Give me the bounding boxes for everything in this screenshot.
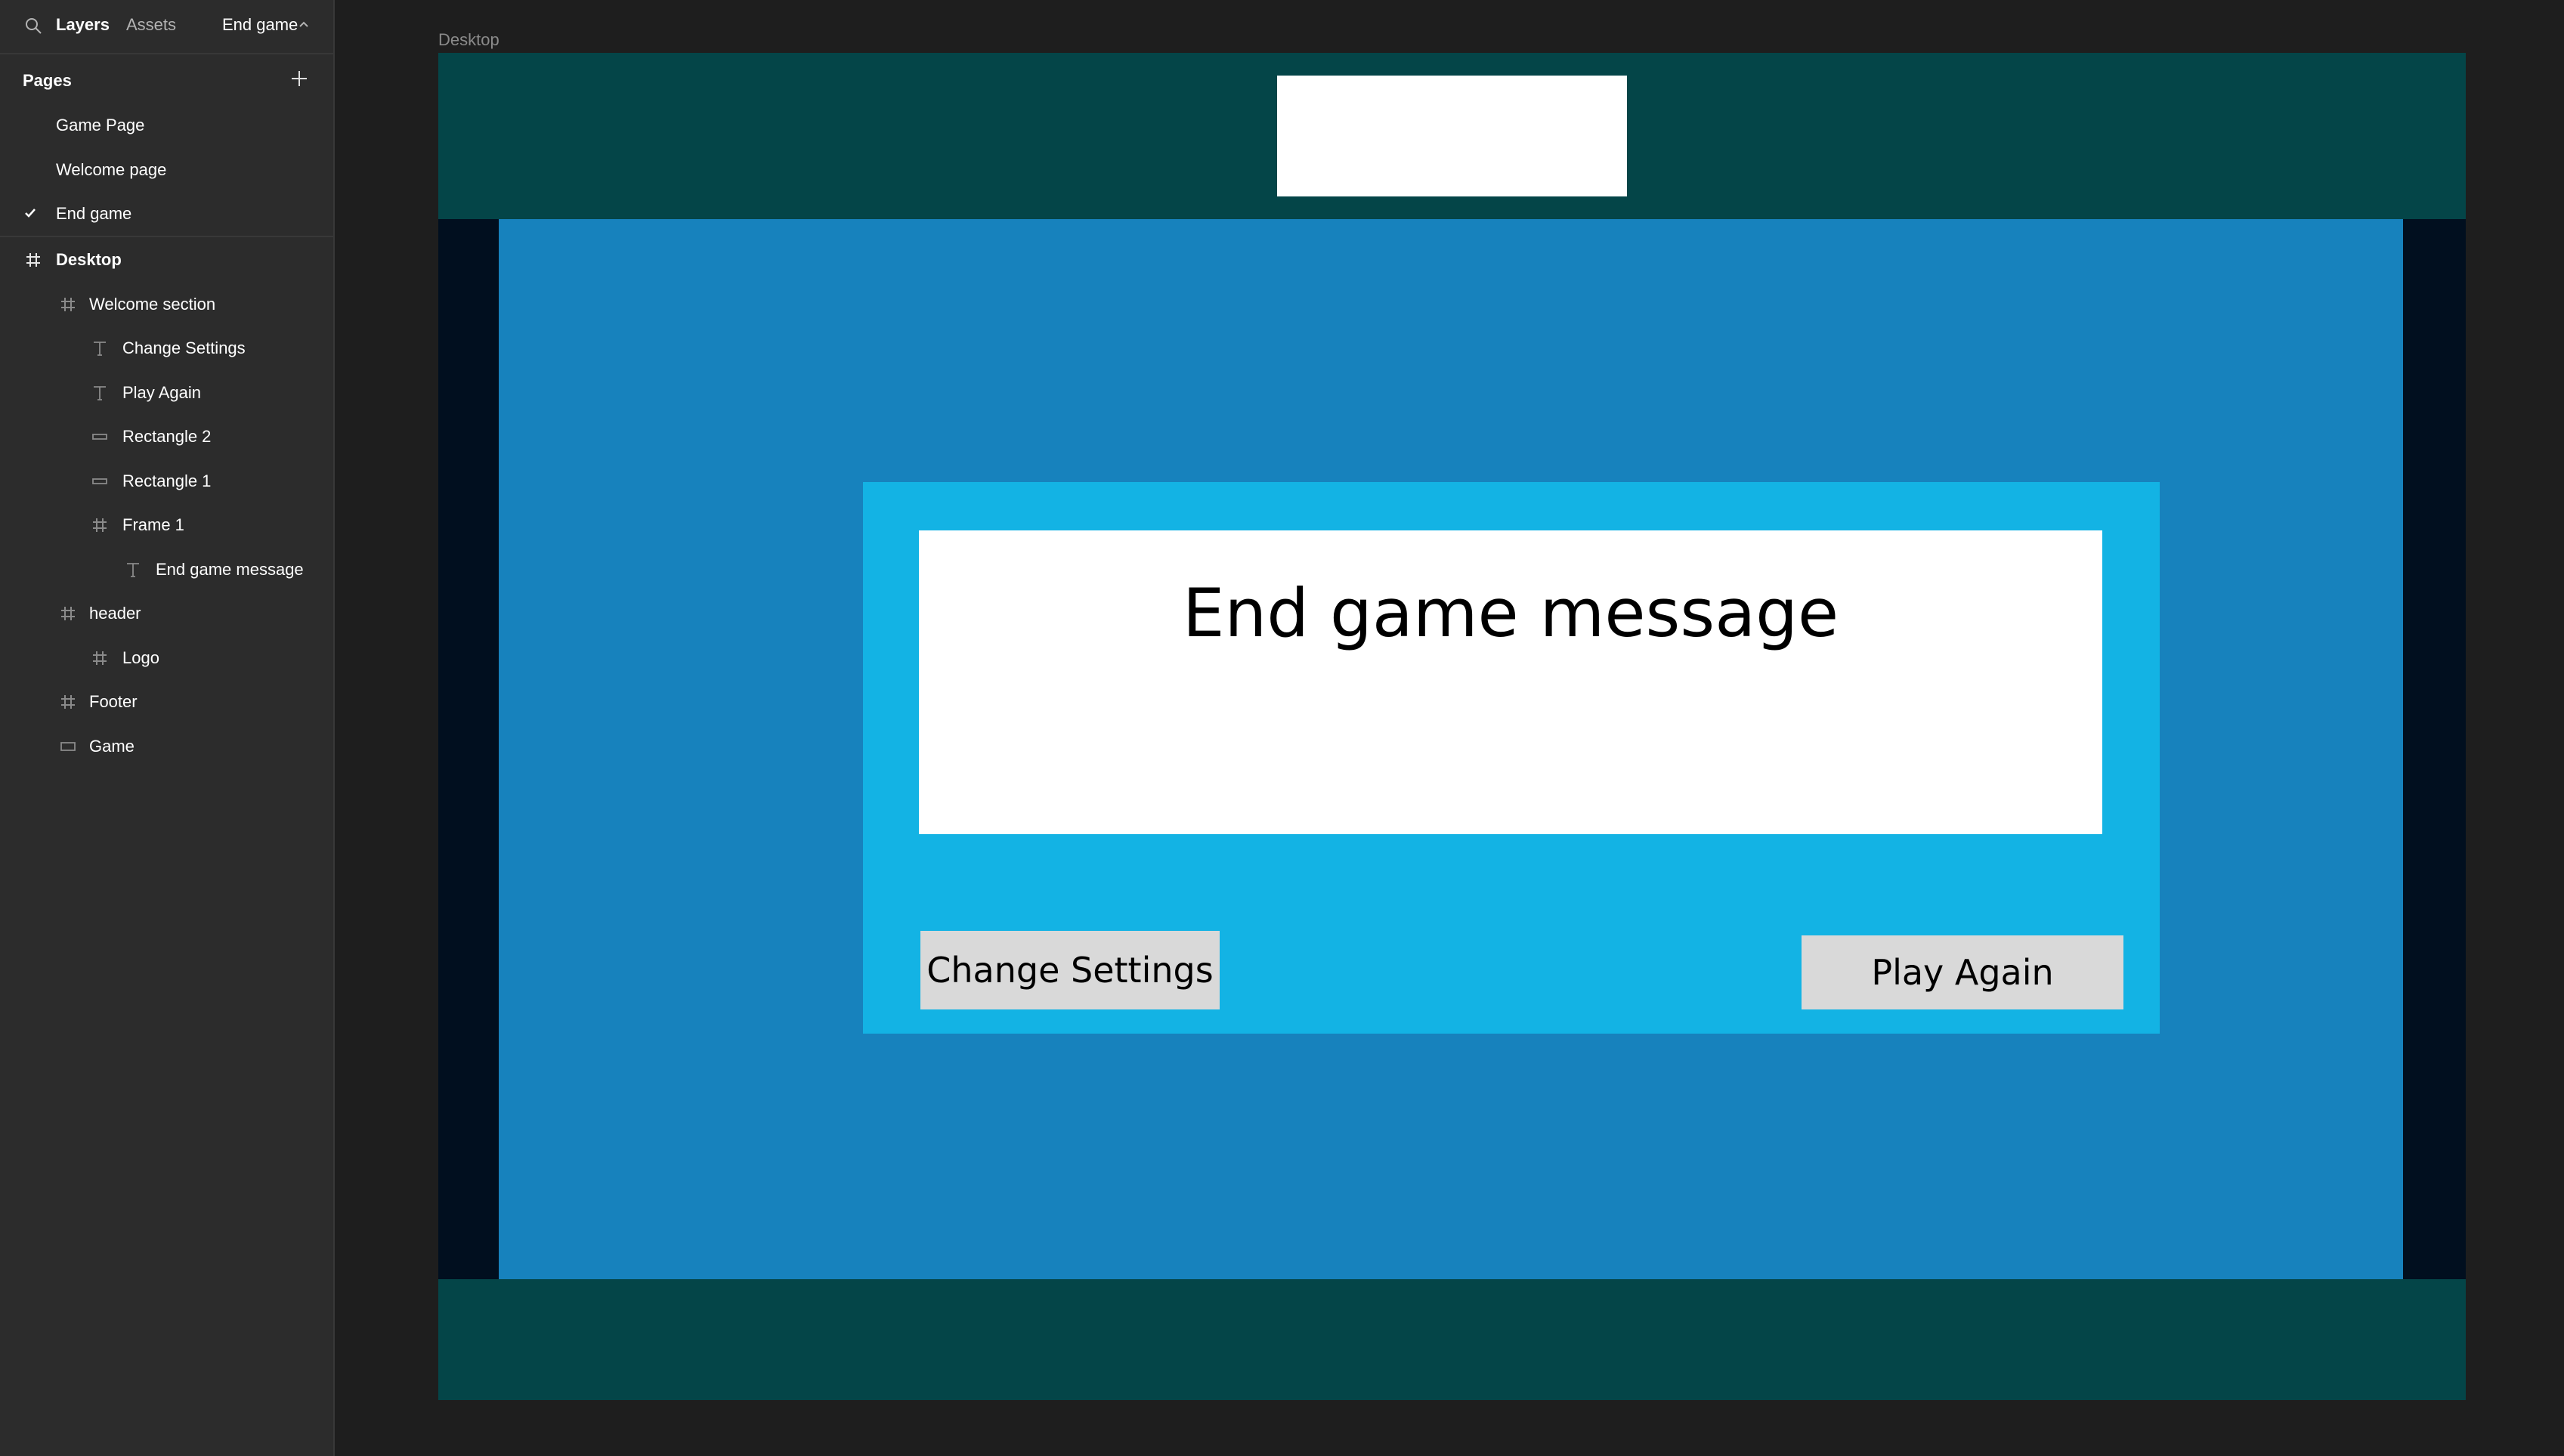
frame-icon: [61, 695, 75, 709]
rectangle-icon: [92, 478, 107, 484]
frame-icon: [61, 298, 75, 311]
layer-rectangle-2[interactable]: Rectangle 2: [0, 415, 333, 459]
search-icon[interactable]: [23, 15, 45, 38]
welcome-section[interactable]: End game message Change Settings Play Ag…: [863, 482, 2160, 1034]
end-game-message-frame[interactable]: End game message: [919, 530, 2102, 834]
check-icon: [25, 209, 36, 218]
layer-label: Rectangle 2: [122, 427, 212, 446]
page-item-end-game[interactable]: End game: [56, 202, 131, 225]
text-icon: [127, 563, 139, 577]
footer-frame[interactable]: [438, 1279, 2466, 1400]
header-frame[interactable]: [438, 53, 2466, 219]
layer-play-again[interactable]: Play Again: [0, 371, 333, 415]
layer-label: Desktop: [56, 250, 122, 269]
chevron-up-icon[interactable]: [298, 18, 310, 30]
divider: [0, 236, 333, 237]
add-page-icon[interactable]: [289, 68, 310, 89]
layer-footer[interactable]: Footer: [0, 680, 333, 724]
layer-label: Rectangle 1: [122, 471, 212, 490]
pages-heading: Pages: [23, 71, 72, 90]
layer-logo[interactable]: Logo: [0, 636, 333, 680]
layers-panel: Layers Assets End game Pages Game Page W…: [0, 0, 335, 1456]
layer-end-game-message[interactable]: End game message: [0, 548, 333, 592]
text-icon: [94, 386, 106, 400]
text-icon: [94, 342, 106, 356]
frame-label[interactable]: Desktop: [438, 30, 500, 50]
rectangle-icon: [60, 742, 76, 751]
layer-label: Logo: [122, 648, 159, 667]
end-game-message: End game message: [1182, 574, 1839, 652]
layer-label: Footer: [89, 692, 138, 711]
frame-icon: [93, 651, 107, 665]
game-area[interactable]: End game message Change Settings Play Ag…: [499, 219, 2403, 1279]
layer-change-settings[interactable]: Change Settings: [0, 326, 333, 370]
rectangle-icon: [92, 434, 107, 440]
layer-frame-1[interactable]: Frame 1: [0, 503, 333, 547]
layer-label: Change Settings: [122, 338, 246, 357]
play-again-button[interactable]: Play Again: [1802, 935, 2123, 1009]
layer-welcome-section[interactable]: Welcome section: [0, 283, 333, 326]
layer-rectangle-1[interactable]: Rectangle 1: [0, 459, 333, 503]
frame-icon: [61, 607, 75, 620]
layer-desktop[interactable]: Desktop: [0, 238, 333, 282]
frame-icon: [93, 518, 107, 532]
page-selector[interactable]: End game: [222, 14, 298, 36]
logo-placeholder[interactable]: [1277, 76, 1627, 196]
layer-label: Frame 1: [122, 515, 184, 534]
page-item-game-page[interactable]: Game Page: [56, 114, 144, 137]
layer-label: Welcome section: [89, 295, 216, 314]
tab-assets[interactable]: Assets: [126, 14, 176, 36]
change-settings-button[interactable]: Change Settings: [920, 931, 1220, 1009]
page-item-welcome-page[interactable]: Welcome page: [56, 159, 166, 181]
layer-label: header: [89, 604, 141, 623]
layer-label: Game: [89, 737, 135, 756]
layer-label: Play Again: [122, 383, 201, 402]
frame-icon: [26, 253, 40, 267]
panel-toolbar: Layers Assets End game: [0, 0, 333, 54]
desktop-frame[interactable]: End game message Change Settings Play Ag…: [438, 53, 2466, 1400]
layer-header[interactable]: header: [0, 592, 333, 635]
layer-game[interactable]: Game: [0, 725, 333, 768]
tab-layers[interactable]: Layers: [56, 14, 110, 36]
layer-label: End game message: [156, 560, 304, 579]
